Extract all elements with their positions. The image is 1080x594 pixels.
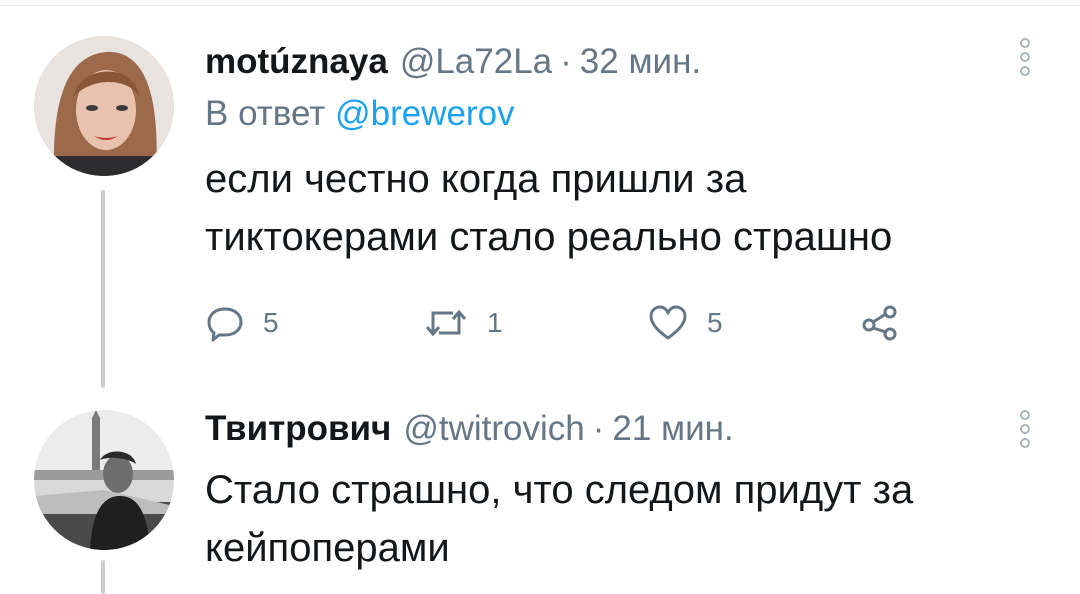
user-handle[interactable]: @La72La <box>400 40 552 84</box>
avatar[interactable] <box>34 410 174 550</box>
reply-to-link[interactable]: @brewerov <box>335 94 514 133</box>
reply-icon <box>207 307 243 342</box>
thread-line <box>101 190 105 388</box>
avatar[interactable] <box>34 36 174 176</box>
tweet-text-line: если честно когда пришли за <box>205 157 747 201</box>
reply-prefix: В ответ <box>205 94 326 133</box>
more-options-icon[interactable] <box>1020 38 1032 80</box>
reply-context: В ответ @brewerov <box>205 92 1040 136</box>
display-name[interactable]: Твитрович <box>205 407 391 451</box>
tweet[interactable]: motúznaya @La72La · 32 мин. В ответ @bre… <box>205 40 1040 266</box>
tweet-actions: 5 1 5 <box>205 303 905 347</box>
share-icon <box>862 305 897 341</box>
retweet-count: 1 <box>487 307 503 338</box>
tweet-text-line: кейпоперами <box>205 526 450 570</box>
reply-button[interactable]: 5 <box>205 303 279 343</box>
timestamp[interactable]: 21 мин. <box>612 407 733 451</box>
more-options-icon[interactable] <box>1020 410 1032 452</box>
heart-icon <box>649 305 687 340</box>
tweet-text-line: Стало страшно, что следом придут за <box>205 468 914 512</box>
tweet[interactable]: Твитрович @twitrovich · 21 мин. Стало ст… <box>205 407 1040 577</box>
separator-dot: · <box>560 42 572 81</box>
separator-dot: · <box>592 409 605 448</box>
display-name[interactable]: motúznaya <box>205 40 388 84</box>
user-handle[interactable]: @twitrovich <box>403 407 584 451</box>
reply-count: 5 <box>263 307 279 338</box>
share-button[interactable] <box>860 303 900 343</box>
retweet-button[interactable]: 1 <box>423 303 503 343</box>
tweet-header: Твитрович @twitrovich · 21 мин. <box>205 407 1040 451</box>
top-divider <box>0 0 1080 6</box>
tweet-text: Стало страшно, что следом придут за кейп… <box>205 461 1040 577</box>
like-count: 5 <box>707 307 723 338</box>
tweet-header: motúznaya @La72La · 32 мин. <box>205 40 1040 84</box>
timestamp[interactable]: 32 мин. <box>580 40 701 84</box>
like-button[interactable]: 5 <box>647 303 723 343</box>
retweet-icon <box>425 309 467 337</box>
tweet-text: если честно когда пришли за тиктокерами … <box>205 150 1040 266</box>
thread-line <box>101 560 105 594</box>
tweet-text-line: тиктокерами стало реально страшно <box>205 215 893 259</box>
